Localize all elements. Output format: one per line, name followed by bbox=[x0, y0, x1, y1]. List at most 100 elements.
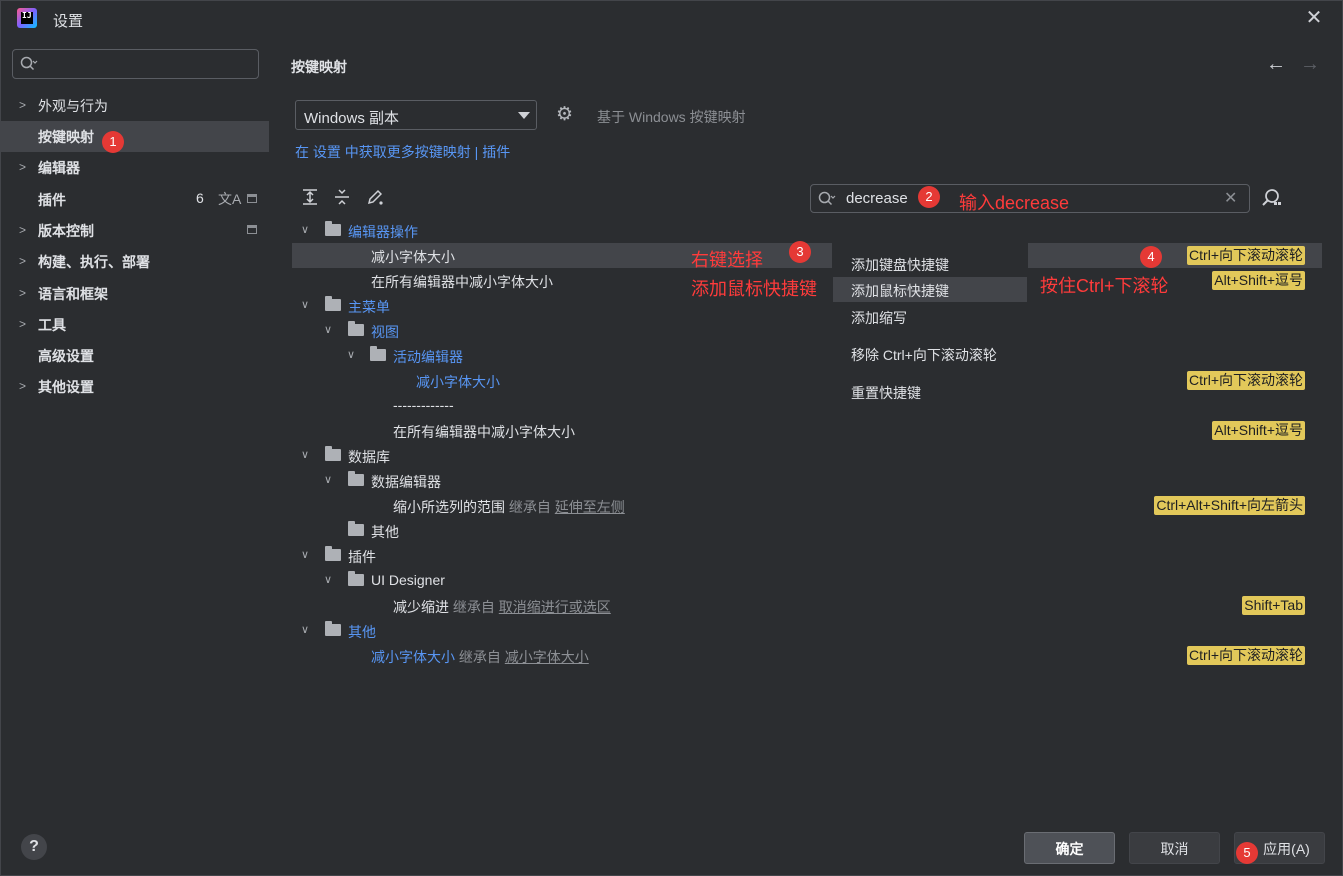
folder-icon bbox=[325, 546, 341, 561]
sidebar-item-editor[interactable]: > 编辑器 bbox=[1, 152, 269, 183]
intellij-logo-icon: IJ bbox=[17, 8, 37, 28]
sidebar-item-label: 语言和框架 bbox=[38, 286, 108, 302]
shortcut-badge: Ctrl+向下滚动滚轮 bbox=[1187, 371, 1305, 390]
chevron-down-icon: ∨ bbox=[324, 474, 333, 486]
sidebar-item-label: 高级设置 bbox=[38, 348, 94, 364]
expand-all-icon[interactable] bbox=[300, 188, 320, 208]
sidebar-item-appearance[interactable]: > 外观与行为 bbox=[1, 90, 269, 121]
chevron-right-icon: > bbox=[19, 160, 27, 174]
sidebar-item-build[interactable]: > 构建、执行、部署 bbox=[1, 246, 269, 277]
inherit-prefix: 继承自 bbox=[508, 499, 551, 515]
keymap-select[interactable]: Windows 副本 bbox=[295, 100, 537, 130]
sidebar-item-label: 编辑器 bbox=[38, 160, 80, 176]
sidebar-item-advanced[interactable]: 高级设置 bbox=[1, 340, 269, 371]
settings-search-input[interactable] bbox=[12, 49, 259, 79]
close-icon[interactable]: ✕ bbox=[1303, 7, 1325, 29]
sidebar-item-languages[interactable]: > 语言和框架 bbox=[1, 278, 269, 309]
tree-row-label: 减小字体大小 继承自 减小字体大小 bbox=[371, 647, 589, 667]
folder-icon bbox=[325, 221, 341, 236]
chevron-down-icon: ∨ bbox=[301, 299, 310, 311]
tree-row-label: 缩小所选列的范围 继承自 延伸至左侧 bbox=[393, 497, 625, 517]
plugins-link[interactable]: 插件 bbox=[482, 144, 510, 160]
inherit-prefix: 继承自 bbox=[458, 649, 501, 665]
inherit-link[interactable]: 减小字体大小 bbox=[505, 649, 589, 665]
annotation-search-note: 输入decrease bbox=[959, 193, 1070, 213]
shortcut-badge: Ctrl+Alt+Shift+向左箭头 bbox=[1154, 496, 1305, 515]
collapse-all-icon[interactable] bbox=[332, 188, 352, 208]
chevron-down-icon bbox=[518, 112, 530, 119]
back-arrow-icon[interactable]: ← bbox=[1266, 53, 1286, 76]
help-button[interactable]: ? bbox=[21, 834, 47, 860]
folder-icon bbox=[348, 471, 364, 486]
tree-row-label: 编辑器操作 bbox=[348, 224, 418, 240]
window-icon bbox=[247, 194, 257, 203]
folder-icon bbox=[348, 321, 364, 336]
menu-add-mouse-shortcut[interactable]: 添加鼠标快捷键 bbox=[833, 277, 1027, 302]
chevron-down-icon: ∨ bbox=[324, 574, 333, 586]
tree-row-ui-designer[interactable]: ∨ UI Designer bbox=[292, 568, 1322, 593]
tree-row-data-editor[interactable]: ∨ 数据编辑器 bbox=[292, 468, 1322, 493]
step-badge-3: 3 bbox=[789, 241, 811, 263]
menu-item-label: 移除 Ctrl+向下滚动滚轮 bbox=[851, 347, 997, 363]
sidebar-item-vcs[interactable]: > 版本控制 bbox=[1, 215, 269, 246]
shortcut-badge: Ctrl+向下滚动滚轮 bbox=[1187, 646, 1305, 665]
menu-item-label: 添加鼠标快捷键 bbox=[851, 283, 949, 299]
tree-row-label: 减少缩进 继承自 取消缩进行或选区 bbox=[393, 597, 611, 617]
tree-row-decrease-font-all-menu[interactable]: 在所有编辑器中减小字体大小 Alt+Shift+逗号 bbox=[292, 418, 1322, 443]
clear-search-icon[interactable]: ✕ bbox=[1224, 188, 1237, 208]
tree-row-decrease-font-other[interactable]: 减小字体大小 继承自 减小字体大小 Ctrl+向下滚动滚轮 bbox=[292, 643, 1322, 668]
forward-arrow-icon[interactable]: → bbox=[1300, 53, 1320, 76]
sidebar-item-plugins[interactable]: 插件 6 文A bbox=[1, 184, 269, 215]
cancel-button[interactable]: 取消 bbox=[1129, 832, 1220, 864]
tree-row-label: 数据库 bbox=[348, 449, 390, 465]
step-badge-4: 4 bbox=[1140, 246, 1162, 268]
tree-row-db-other[interactable]: 其他 bbox=[292, 518, 1322, 543]
tree-row-decrease-font-menu[interactable]: 减小字体大小 Ctrl+向下滚动滚轮 bbox=[292, 368, 1322, 393]
sidebar-item-other[interactable]: > 其他设置 bbox=[1, 371, 269, 402]
chevron-down-icon: ∨ bbox=[301, 549, 310, 561]
menu-add-abbreviation[interactable]: 添加缩写 bbox=[833, 304, 1027, 329]
tree-row-unindent[interactable]: 减少缩进 继承自 取消缩进行或选区 Shift+Tab bbox=[292, 593, 1322, 618]
tree-row-label: 数据编辑器 bbox=[371, 474, 441, 490]
sidebar-item-tools[interactable]: > 工具 bbox=[1, 309, 269, 340]
tree-row-narrow-selection[interactable]: 缩小所选列的范围 继承自 延伸至左侧 Ctrl+Alt+Shift+向左箭头 bbox=[292, 493, 1322, 518]
action-name: 缩小所选列的范围 bbox=[393, 499, 505, 515]
menu-reset-shortcuts[interactable]: 重置快捷键 bbox=[833, 379, 1027, 404]
window-title: 设置 bbox=[53, 13, 84, 30]
gear-icon[interactable]: ⚙ bbox=[556, 105, 576, 125]
sidebar-item-label: 构建、执行、部署 bbox=[38, 254, 150, 270]
sidebar-item-keymap[interactable]: 按键映射 bbox=[1, 121, 269, 152]
tree-row-active-editor[interactable]: ∨ 活动编辑器 bbox=[292, 343, 1322, 368]
chevron-right-icon: > bbox=[19, 223, 27, 237]
based-on-label: 基于 Windows 按键映射 bbox=[597, 109, 746, 125]
shortcut-badge: Alt+Shift+逗号 bbox=[1212, 421, 1305, 440]
tree-row-label: 减小字体大小 bbox=[416, 374, 500, 390]
folder-icon bbox=[348, 571, 364, 586]
tree-row-other[interactable]: ∨ 其他 bbox=[292, 618, 1322, 643]
get-more-keymaps-link[interactable]: 在 设置 中获取更多按键映射 bbox=[295, 144, 471, 160]
inherit-link[interactable]: 取消缩进行或选区 bbox=[499, 599, 611, 615]
shortcut-badge: Shift+Tab bbox=[1242, 596, 1305, 615]
sidebar-item-label: 版本控制 bbox=[38, 223, 94, 239]
annotation-hold-ctrl-note: 按住Ctrl+下滚轮 bbox=[1040, 276, 1169, 296]
menu-remove-shortcut[interactable]: 移除 Ctrl+向下滚动滚轮 bbox=[833, 341, 1027, 366]
plugin-count-badge: 6 bbox=[196, 190, 204, 206]
tree-row-editor-actions[interactable]: ∨ 编辑器操作 bbox=[292, 218, 1322, 243]
chevron-right-icon: > bbox=[19, 286, 27, 300]
tree-row-view[interactable]: ∨ 视图 bbox=[292, 318, 1322, 343]
selected-row-shortcut-cell: Ctrl+向下滚动滚轮 bbox=[1028, 243, 1322, 268]
find-by-shortcut-icon[interactable] bbox=[1260, 187, 1282, 209]
sidebar-item-label: 插件 bbox=[38, 192, 66, 208]
inherit-link[interactable]: 延伸至左侧 bbox=[555, 499, 625, 515]
tree-row-database[interactable]: ∨ 数据库 bbox=[292, 443, 1322, 468]
tree-row-plugins[interactable]: ∨ 插件 bbox=[292, 543, 1322, 568]
inherit-prefix: 继承自 bbox=[452, 599, 495, 615]
ok-button[interactable]: 确定 bbox=[1024, 832, 1115, 864]
chevron-right-icon: > bbox=[19, 317, 27, 331]
tree-row-label: 主菜单 bbox=[348, 299, 390, 315]
edit-shortcut-icon[interactable] bbox=[365, 188, 385, 208]
menu-add-keyboard-shortcut[interactable]: 添加键盘快捷键 bbox=[833, 251, 1027, 276]
menu-item-label: 添加键盘快捷键 bbox=[851, 257, 949, 273]
settings-dialog: IJ 设置 ✕ > 外观与行为 按键映射 > 编辑器 插件 6 文A > 版本控… bbox=[0, 0, 1343, 876]
tree-row-label: 活动编辑器 bbox=[393, 349, 463, 365]
